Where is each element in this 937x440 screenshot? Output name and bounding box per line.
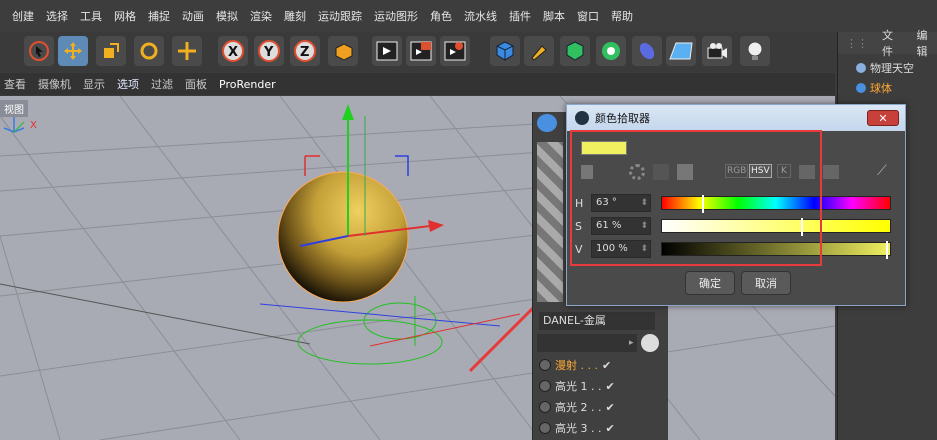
menu-bar: 创建 选择 工具 网格 捕捉 动画 模拟 渲染 雕刻 运动跟踪 运动图形 角色 流水线 插件 脚本 窗口 帮助 xyxy=(0,0,937,32)
subdivision-icon[interactable] xyxy=(560,36,590,66)
live-select-icon[interactable] xyxy=(24,36,54,66)
menu-item[interactable]: 动画 xyxy=(182,8,204,24)
swatches-icon[interactable] xyxy=(823,165,839,179)
pointer-icon[interactable] xyxy=(641,334,659,352)
menu-edit[interactable]: 编辑 xyxy=(917,27,937,59)
dialog-title: 颜色拾取器 xyxy=(595,112,650,125)
menu-item[interactable]: 雕刻 xyxy=(284,8,306,24)
channel-diffuse[interactable]: 漫射 . . . ✔ xyxy=(539,356,611,374)
menu-item[interactable]: 选择 xyxy=(46,8,68,24)
camera-icon[interactable] xyxy=(702,36,732,66)
dialog-titlebar[interactable]: 颜色拾取器 xyxy=(567,105,905,131)
y-axis-icon[interactable]: Y xyxy=(254,36,284,66)
menu-item[interactable]: 窗口 xyxy=(577,8,599,24)
sphere-icon xyxy=(856,83,866,93)
color-pick-icon[interactable]: ⟋ xyxy=(877,163,887,179)
transform-icon[interactable] xyxy=(172,36,202,66)
sky-icon xyxy=(856,63,866,73)
close-button[interactable]: ✕ xyxy=(867,110,899,126)
menu-item[interactable]: 渲染 xyxy=(250,8,272,24)
viewport-menu-item[interactable]: 显示 xyxy=(83,76,105,92)
material-dropdown[interactable] xyxy=(537,334,637,352)
light-icon[interactable] xyxy=(740,36,770,66)
channel-spec3[interactable]: 高光 3 . . ✔ xyxy=(539,419,615,437)
menu-item[interactable]: 模拟 xyxy=(216,8,238,24)
menu-item[interactable]: 插件 xyxy=(509,8,531,24)
ok-button[interactable]: 确定 xyxy=(685,271,735,295)
dropdown-arrow-icon[interactable]: ▸ xyxy=(629,334,639,352)
channel-label: 漫射 . . . xyxy=(555,359,598,372)
toolbar: X Y Z xyxy=(0,32,835,72)
menu-item[interactable]: 创建 xyxy=(12,8,34,24)
pen-icon[interactable] xyxy=(524,36,554,66)
material-name: DANEL-金属 xyxy=(539,312,655,330)
viewport-menu-item[interactable]: 摄像机 xyxy=(38,76,71,92)
channel-spec2[interactable]: 高光 2 . . ✔ xyxy=(539,398,615,416)
viewport-menu-item[interactable]: 面板 xyxy=(185,76,207,92)
menu-item[interactable]: 流水线 xyxy=(464,8,497,24)
x-axis-icon[interactable]: X xyxy=(218,36,248,66)
check-icon[interactable]: ✔ xyxy=(605,401,614,414)
floor-icon[interactable] xyxy=(666,36,696,66)
svg-text:X: X xyxy=(228,45,238,60)
object-item-sky[interactable]: 物理天空 xyxy=(870,60,914,76)
app-logo-icon xyxy=(575,111,589,125)
menu-file[interactable]: 文件 xyxy=(882,27,903,59)
radio-icon[interactable] xyxy=(539,401,551,413)
viewport-menu-item[interactable]: 过滤 xyxy=(151,76,173,92)
check-icon[interactable]: ✔ xyxy=(605,422,614,435)
render-settings-icon[interactable] xyxy=(440,36,470,66)
svg-text:Z: Z xyxy=(300,45,309,60)
material-preview-icon xyxy=(537,142,563,302)
cube-icon[interactable] xyxy=(490,36,520,66)
menu-item[interactable]: 角色 xyxy=(430,8,452,24)
scale-icon[interactable] xyxy=(96,36,126,66)
viewport-menu-item[interactable]: 选项 xyxy=(117,76,139,92)
channel-spec1[interactable]: 高光 1 . . ✔ xyxy=(539,377,615,395)
viewport-menu: 查看 摄像机 显示 选项 过滤 面板 ProRender xyxy=(0,73,835,95)
grip-icon: ⋮⋮ xyxy=(846,36,868,50)
viewport-label: 视图 xyxy=(0,100,28,117)
menu-item[interactable]: 工具 xyxy=(80,8,102,24)
channel-label: 高光 3 . . xyxy=(555,422,602,435)
svg-text:Y: Y xyxy=(263,45,274,60)
object-item-sphere[interactable]: 球体 xyxy=(870,80,892,96)
coordinate-system-icon[interactable] xyxy=(328,36,358,66)
highlight-box xyxy=(570,130,822,266)
cloner-icon[interactable] xyxy=(596,36,626,66)
check-icon[interactable]: ✔ xyxy=(605,380,614,393)
viewport-menu-item[interactable]: ProRender xyxy=(219,78,276,91)
render-view-icon[interactable] xyxy=(372,36,402,66)
radio-icon[interactable] xyxy=(539,380,551,392)
channel-label: 高光 2 . . xyxy=(555,401,602,414)
material-manager-icon xyxy=(537,114,557,132)
menu-item[interactable]: 运动跟踪 xyxy=(318,8,362,24)
check-icon[interactable]: ✔ xyxy=(602,359,611,372)
radio-icon[interactable] xyxy=(539,359,551,371)
value-marker[interactable] xyxy=(886,241,888,259)
menu-item[interactable]: 脚本 xyxy=(543,8,565,24)
menu-item[interactable]: 帮助 xyxy=(611,8,633,24)
menu-item[interactable]: 运动图形 xyxy=(374,8,418,24)
axis-x-label: X xyxy=(30,120,37,131)
cancel-button[interactable]: 取消 xyxy=(741,271,791,295)
rotate-icon[interactable] xyxy=(134,36,164,66)
viewport-menu-item[interactable]: 查看 xyxy=(4,76,26,92)
z-axis-icon[interactable]: Z xyxy=(290,36,320,66)
menu-item[interactable]: 网格 xyxy=(114,8,136,24)
deformer-icon[interactable] xyxy=(632,36,662,66)
move-icon[interactable] xyxy=(58,36,88,66)
render-picture-viewer-icon[interactable] xyxy=(406,36,436,66)
radio-icon[interactable] xyxy=(539,422,551,434)
menu-item[interactable]: 捕捉 xyxy=(148,8,170,24)
channel-label: 高光 1 . . xyxy=(555,380,602,393)
